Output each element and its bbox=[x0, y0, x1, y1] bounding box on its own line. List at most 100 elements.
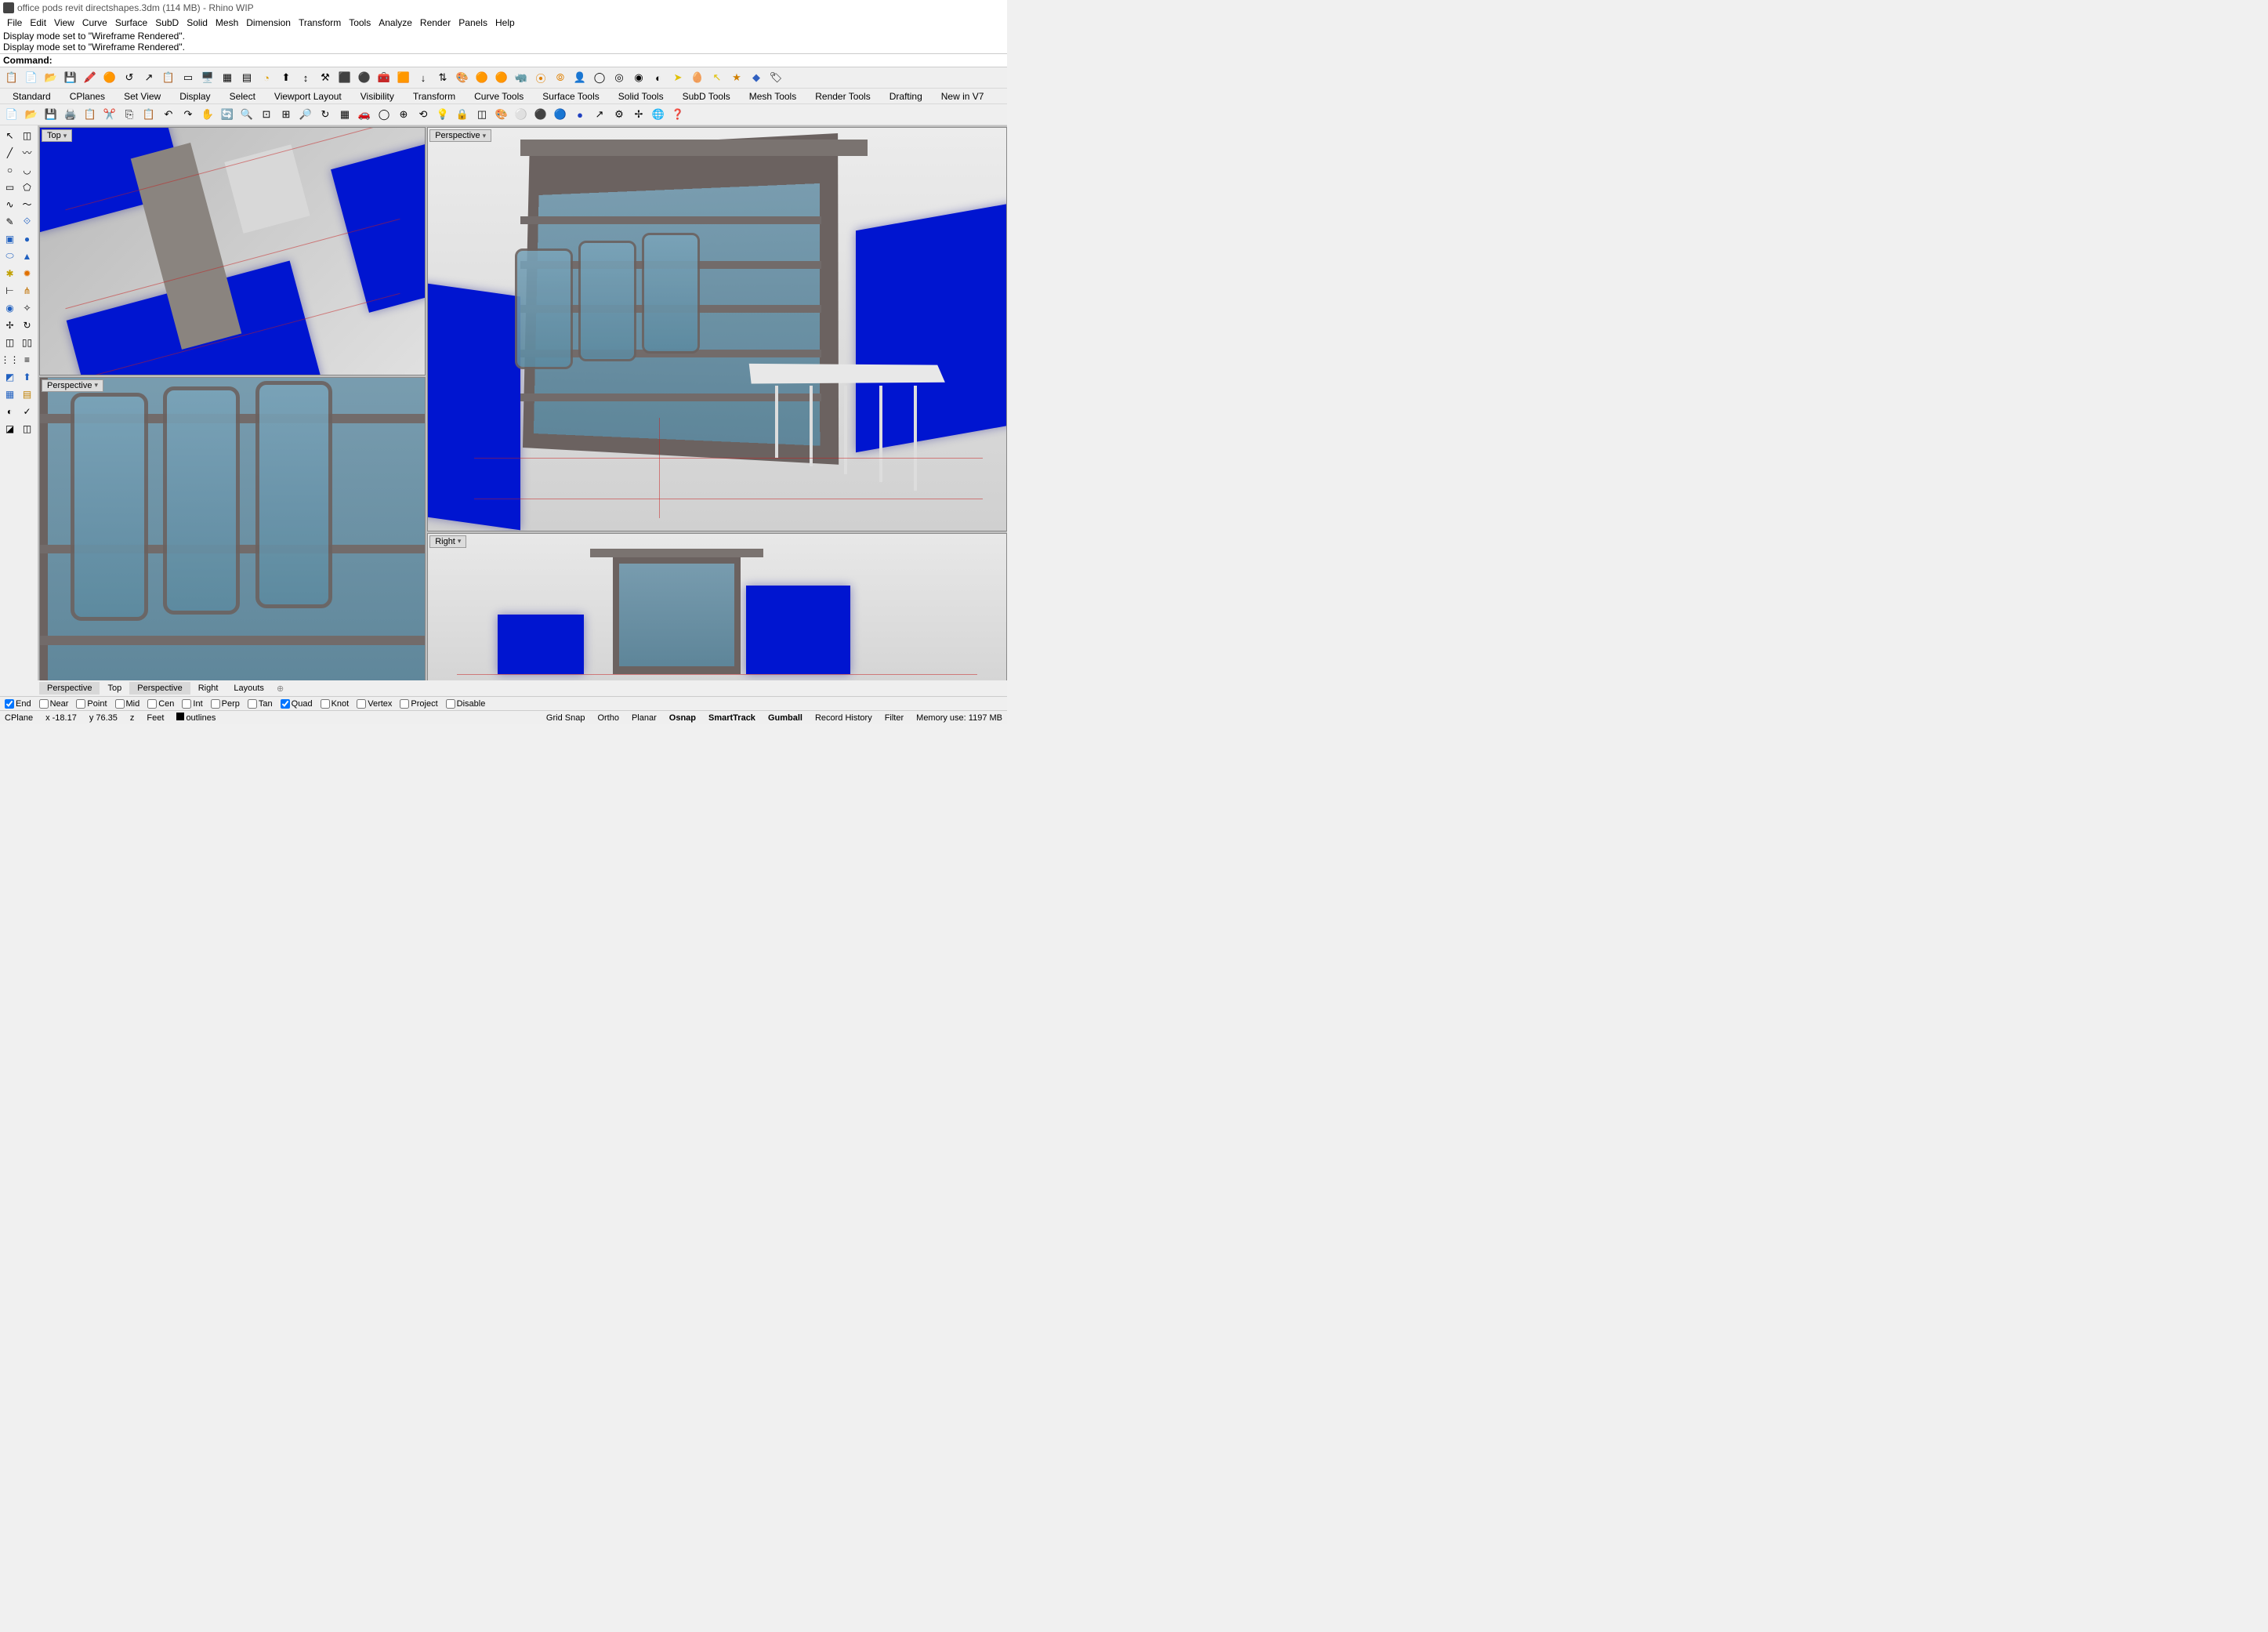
mirror-icon[interactable]: ▯▯ bbox=[19, 334, 35, 350]
osnap-point[interactable]: Point bbox=[76, 699, 107, 709]
vptab-layouts-4[interactable]: Layouts bbox=[226, 682, 272, 695]
move-icon[interactable]: ✢ bbox=[2, 317, 18, 333]
osnap-end-checkbox[interactable] bbox=[5, 699, 14, 709]
menu-dimension[interactable]: Dimension bbox=[242, 17, 295, 28]
dots3-icon[interactable]: ⦿ bbox=[532, 69, 549, 86]
osnap-knot-checkbox[interactable] bbox=[321, 699, 330, 709]
undo-view-icon[interactable]: ⟲ bbox=[415, 106, 432, 123]
osnap-near[interactable]: Near bbox=[39, 699, 69, 709]
status-units[interactable]: Feet bbox=[147, 713, 164, 723]
osnap-perp[interactable]: Perp bbox=[211, 699, 240, 709]
palette-icon[interactable]: 🎨 bbox=[454, 69, 471, 86]
copy-icon[interactable]: ⎘ bbox=[121, 106, 138, 123]
tab-curve-tools[interactable]: Curve Tools bbox=[465, 89, 533, 103]
screen-icon[interactable]: 🖥️ bbox=[199, 69, 216, 86]
sphere-render-icon[interactable]: 🔵 bbox=[552, 106, 569, 123]
tag-icon[interactable]: 🏷 bbox=[767, 69, 784, 86]
menu-help[interactable]: Help bbox=[491, 17, 519, 28]
rebuild-icon[interactable]: ⟐ bbox=[19, 213, 35, 230]
cut-icon[interactable]: ✂️ bbox=[101, 106, 118, 123]
status-layer[interactable]: outlines bbox=[176, 713, 216, 723]
box-icon[interactable]: ▭ bbox=[179, 69, 197, 86]
rect-tool-icon[interactable]: ▭ bbox=[2, 179, 18, 195]
move-gizmo-icon[interactable]: ✢ bbox=[630, 106, 647, 123]
diamond-icon[interactable]: ◆ bbox=[748, 69, 765, 86]
rotate-tool-icon[interactable]: ↻ bbox=[19, 317, 35, 333]
menu-edit[interactable]: Edit bbox=[26, 17, 50, 28]
save-icon[interactable]: 💾 bbox=[62, 69, 79, 86]
tab-new-in-v7[interactable]: New in V7 bbox=[932, 89, 994, 103]
osnap-cen[interactable]: Cen bbox=[147, 699, 174, 709]
lasso-tool-icon[interactable]: ◫ bbox=[19, 127, 35, 143]
torus3-icon[interactable]: ◉ bbox=[630, 69, 647, 86]
osnap-int-checkbox[interactable] bbox=[182, 699, 191, 709]
select-arrow-icon[interactable]: ↖ bbox=[708, 69, 726, 86]
undo-icon[interactable]: ↶ bbox=[160, 106, 177, 123]
viewport-perspective-main[interactable]: Perspective bbox=[427, 127, 1007, 531]
man-icon[interactable]: 👤 bbox=[571, 69, 589, 86]
rotate-icon[interactable]: ↺ bbox=[121, 69, 138, 86]
open-file-icon[interactable]: 📂 bbox=[23, 106, 40, 123]
viewport-bottom-tabs[interactable]: PerspectiveTopPerspectiveRightLayouts⊕ bbox=[0, 680, 1007, 696]
menu-view[interactable]: View bbox=[50, 17, 78, 28]
lock-icon[interactable]: 🔒 bbox=[454, 106, 471, 123]
tab-drafting[interactable]: Drafting bbox=[880, 89, 932, 103]
sphere-tool-icon[interactable]: ● bbox=[19, 230, 35, 247]
egg-icon[interactable]: 🥚 bbox=[689, 69, 706, 86]
vptab-top-1[interactable]: Top bbox=[100, 682, 129, 695]
explode-icon[interactable]: ✧ bbox=[19, 299, 35, 316]
layers-icon[interactable]: ◫ bbox=[473, 106, 491, 123]
zoom-window-icon[interactable]: ⊡ bbox=[258, 106, 275, 123]
viewport-top[interactable]: Top bbox=[39, 127, 426, 375]
extrude-icon[interactable]: ⬆ bbox=[277, 69, 295, 86]
torus2-icon[interactable]: ◎ bbox=[610, 69, 628, 86]
car-icon[interactable]: 🚗 bbox=[356, 106, 373, 123]
tab-render-tools[interactable]: Render Tools bbox=[806, 89, 880, 103]
grid3-icon[interactable]: ▦ bbox=[2, 386, 18, 402]
grid-icon[interactable]: ▦ bbox=[219, 69, 236, 86]
circle-tool-icon[interactable]: ○ bbox=[2, 161, 18, 178]
polygon-tool-icon[interactable]: ⬠ bbox=[19, 179, 35, 195]
osnap-cen-checkbox[interactable] bbox=[147, 699, 157, 709]
toolbox-icon[interactable]: 🧰 bbox=[375, 69, 393, 86]
tab-viewport-layout[interactable]: Viewport Layout bbox=[265, 89, 351, 103]
viewport-perspective-close-label[interactable]: Perspective bbox=[42, 379, 103, 392]
tab-mesh-tools[interactable]: Mesh Tools bbox=[740, 89, 806, 103]
osnap-end[interactable]: End bbox=[5, 699, 31, 709]
cylinder-icon[interactable]: ⬭ bbox=[2, 248, 18, 264]
toolbar-tabs[interactable]: StandardCPlanesSet ViewDisplaySelectView… bbox=[0, 89, 1007, 104]
osnap-int[interactable]: Int bbox=[182, 699, 202, 709]
tab-visibility[interactable]: Visibility bbox=[351, 89, 404, 103]
arrows-icon[interactable]: ⇅ bbox=[434, 69, 451, 86]
paste-icon[interactable]: 📋 bbox=[140, 106, 158, 123]
polyline-tool-icon[interactable]: 〰 bbox=[19, 144, 35, 161]
gear-icon[interactable]: ⚙ bbox=[610, 106, 628, 123]
new-file-icon[interactable]: 📄 bbox=[3, 106, 20, 123]
status-filter[interactable]: Filter bbox=[885, 713, 904, 723]
menu-analyze[interactable]: Analyze bbox=[375, 17, 416, 28]
rhino-icon[interactable]: 🦏 bbox=[513, 69, 530, 86]
surface-icon[interactable]: ◐ bbox=[2, 403, 18, 419]
arc-tool-icon[interactable]: ◡ bbox=[19, 161, 35, 178]
osnap-project[interactable]: Project bbox=[400, 699, 437, 709]
tab-select[interactable]: Select bbox=[220, 89, 265, 103]
menu-panels[interactable]: Panels bbox=[455, 17, 491, 28]
split-icon[interactable]: ⋔ bbox=[19, 282, 35, 299]
sphere-orange-icon[interactable]: 🟠 bbox=[101, 69, 118, 86]
zoom-extents-icon[interactable]: ⊞ bbox=[277, 106, 295, 123]
star-icon[interactable]: ★ bbox=[728, 69, 745, 86]
curve2-tool-icon[interactable]: 〜 bbox=[19, 196, 35, 212]
osnap-disable[interactable]: Disable bbox=[446, 699, 486, 709]
zoom-in-icon[interactable]: 🔍 bbox=[238, 106, 255, 123]
vptab-perspective-2[interactable]: Perspective bbox=[129, 682, 190, 695]
layers2-icon[interactable]: ▤ bbox=[19, 386, 35, 402]
flatten-icon[interactable]: ⬛ bbox=[336, 69, 353, 86]
osnap-quad-checkbox[interactable] bbox=[281, 699, 290, 709]
osnap-knot[interactable]: Knot bbox=[321, 699, 350, 709]
osnap-project-checkbox[interactable] bbox=[400, 699, 409, 709]
arrow-up-icon[interactable]: ↗ bbox=[591, 106, 608, 123]
osnap-tan-checkbox[interactable] bbox=[248, 699, 257, 709]
tab-standard[interactable]: Standard bbox=[3, 89, 60, 103]
open-icon[interactable]: 📂 bbox=[42, 69, 60, 86]
cone-icon[interactable]: ▲ bbox=[19, 248, 35, 264]
